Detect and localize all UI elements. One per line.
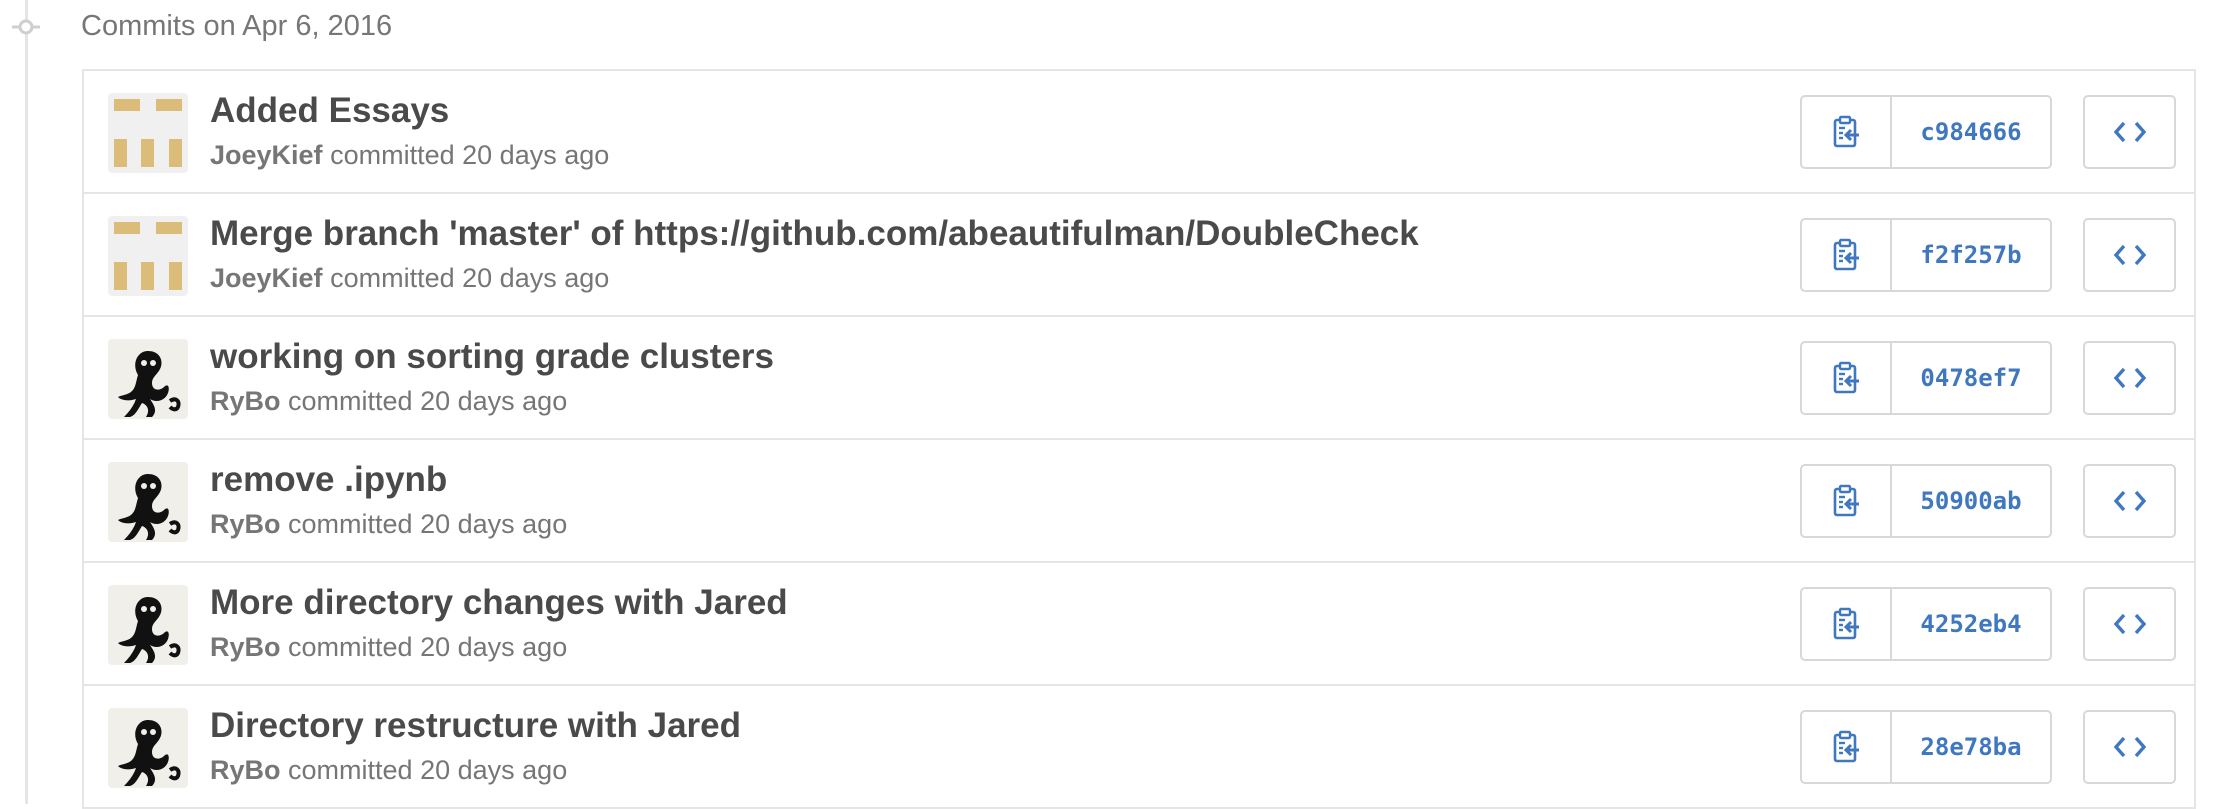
- commit-row: Directory restructure with Jared RyBo co…: [84, 686, 2194, 809]
- code-icon: [2113, 490, 2146, 512]
- browse-repository-button[interactable]: [2083, 341, 2176, 415]
- copy-sha-button[interactable]: [1802, 220, 1892, 290]
- code-icon: [2113, 244, 2146, 266]
- browse-repository-button[interactable]: [2083, 95, 2176, 169]
- git-commit-icon: [12, 19, 40, 35]
- commit-author[interactable]: RyBo: [210, 509, 281, 539]
- octopus-avatar: [108, 585, 188, 665]
- commit-author[interactable]: RyBo: [210, 755, 281, 785]
- commit-sha-link[interactable]: 0478ef7: [1892, 343, 2050, 413]
- commit-time: 20 days ago: [462, 263, 610, 293]
- commit-row: Added Essays JoeyKief committed 20 days …: [84, 71, 2194, 194]
- commit-action: committed: [288, 509, 413, 539]
- commit-action: committed: [330, 263, 455, 293]
- commit-action: committed: [288, 386, 413, 416]
- commit-row: remove .ipynb RyBo committed 20 days ago…: [84, 440, 2194, 563]
- clipboard-icon: [1833, 361, 1859, 394]
- commit-author[interactable]: RyBo: [210, 386, 281, 416]
- avatar[interactable]: [108, 462, 188, 542]
- commit-time: 20 days ago: [420, 509, 568, 539]
- copy-sha-button[interactable]: [1802, 589, 1892, 659]
- octopus-avatar: [108, 462, 188, 542]
- browse-repository-button[interactable]: [2083, 710, 2176, 784]
- sha-button-group: 28e78ba: [1800, 710, 2052, 784]
- browse-repository-button[interactable]: [2083, 218, 2176, 292]
- commit-title[interactable]: Directory restructure with Jared: [210, 704, 741, 748]
- commit-time: 20 days ago: [420, 632, 568, 662]
- commit-row: working on sorting grade clusters RyBo c…: [84, 317, 2194, 440]
- clipboard-icon: [1833, 238, 1859, 271]
- code-icon: [2113, 736, 2146, 758]
- commit-title[interactable]: working on sorting grade clusters: [210, 335, 774, 379]
- code-icon: [2113, 367, 2146, 389]
- commit-meta: JoeyKief committed 20 days ago: [210, 138, 609, 172]
- commit-action: committed: [288, 632, 413, 662]
- commit-sha-link[interactable]: f2f257b: [1892, 220, 2050, 290]
- commit-row: More directory changes with Jared RyBo c…: [84, 563, 2194, 686]
- identicon-avatar: [108, 216, 188, 296]
- commit-meta: RyBo committed 20 days ago: [210, 384, 567, 418]
- octopus-avatar: [108, 339, 188, 419]
- code-icon: [2113, 121, 2146, 143]
- commit-meta: RyBo committed 20 days ago: [210, 753, 567, 787]
- sha-button-group: f2f257b: [1800, 218, 2052, 292]
- commit-row: Merge branch 'master' of https://github.…: [84, 194, 2194, 317]
- avatar[interactable]: [108, 708, 188, 788]
- clipboard-icon: [1833, 607, 1859, 640]
- sha-button-group: 0478ef7: [1800, 341, 2052, 415]
- code-icon: [2113, 613, 2146, 635]
- avatar[interactable]: [108, 93, 188, 173]
- commit-date-header: Commits on Apr 6, 2016: [81, 10, 393, 42]
- commit-title[interactable]: Merge branch 'master' of https://github.…: [210, 212, 1419, 256]
- commit-author[interactable]: JoeyKief: [210, 140, 323, 170]
- sha-button-group: c984666: [1800, 95, 2052, 169]
- clipboard-icon: [1833, 730, 1859, 763]
- commit-title[interactable]: More directory changes with Jared: [210, 581, 788, 625]
- clipboard-icon: [1833, 484, 1859, 517]
- commit-meta: RyBo committed 20 days ago: [210, 507, 567, 541]
- avatar[interactable]: [108, 339, 188, 419]
- commit-sha-link[interactable]: 28e78ba: [1892, 712, 2050, 782]
- avatar[interactable]: [108, 585, 188, 665]
- commit-sha-link[interactable]: 4252eb4: [1892, 589, 2050, 659]
- commit-sha-link[interactable]: 50900ab: [1892, 466, 2050, 536]
- clipboard-icon: [1833, 115, 1859, 148]
- browse-repository-button[interactable]: [2083, 587, 2176, 661]
- copy-sha-button[interactable]: [1802, 712, 1892, 782]
- copy-sha-button[interactable]: [1802, 466, 1892, 536]
- commit-time: 20 days ago: [420, 755, 568, 785]
- commit-meta: RyBo committed 20 days ago: [210, 630, 567, 664]
- commit-action: committed: [330, 140, 455, 170]
- commit-time: 20 days ago: [462, 140, 610, 170]
- sha-button-group: 4252eb4: [1800, 587, 2052, 661]
- commit-sha-link[interactable]: c984666: [1892, 97, 2050, 167]
- commit-author[interactable]: RyBo: [210, 632, 281, 662]
- commit-author[interactable]: JoeyKief: [210, 263, 323, 293]
- identicon-avatar: [108, 93, 188, 173]
- copy-sha-button[interactable]: [1802, 97, 1892, 167]
- commit-title[interactable]: Added Essays: [210, 89, 449, 133]
- commit-time: 20 days ago: [420, 386, 568, 416]
- commit-list: Added Essays JoeyKief committed 20 days …: [82, 69, 2196, 809]
- commit-meta: JoeyKief committed 20 days ago: [210, 261, 609, 295]
- octopus-avatar: [108, 708, 188, 788]
- copy-sha-button[interactable]: [1802, 343, 1892, 413]
- commit-title[interactable]: remove .ipynb: [210, 458, 447, 502]
- browse-repository-button[interactable]: [2083, 464, 2176, 538]
- sha-button-group: 50900ab: [1800, 464, 2052, 538]
- timeline-line: [25, 0, 28, 804]
- commit-action: committed: [288, 755, 413, 785]
- avatar[interactable]: [108, 216, 188, 296]
